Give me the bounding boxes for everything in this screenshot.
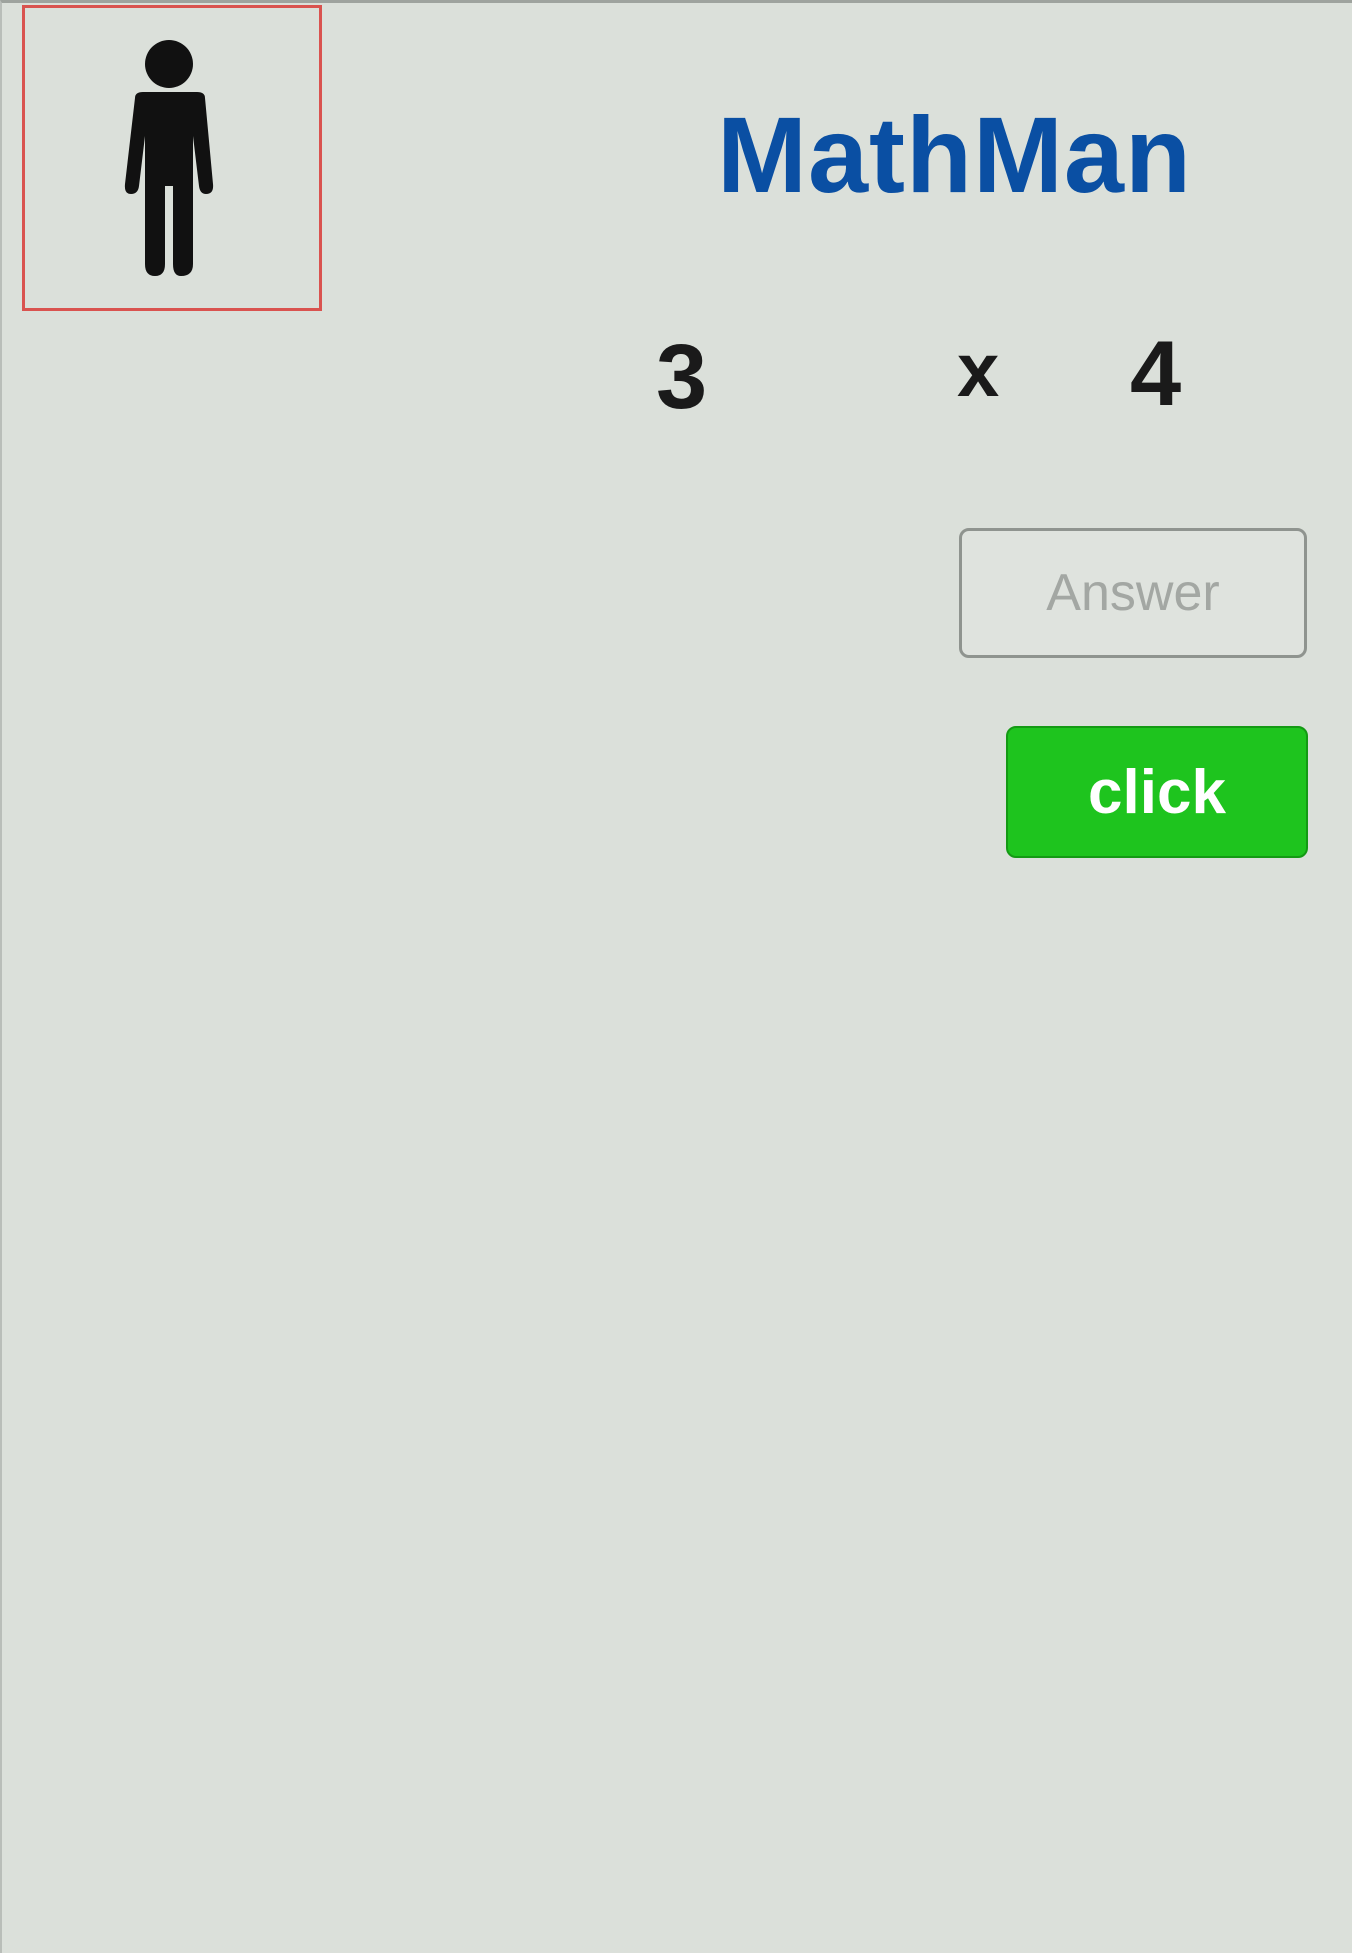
- app-title: MathMan: [717, 94, 1192, 215]
- operand-a: 3: [656, 326, 708, 428]
- app-screen: MathMan 3 x 4 click: [0, 0, 1352, 1953]
- operator-sign: x: [957, 328, 1000, 413]
- click-button[interactable]: click: [1006, 726, 1308, 858]
- answer-input[interactable]: [959, 528, 1307, 658]
- avatar: [22, 5, 322, 311]
- person-icon: [97, 36, 247, 281]
- operand-b: 4: [1130, 323, 1182, 425]
